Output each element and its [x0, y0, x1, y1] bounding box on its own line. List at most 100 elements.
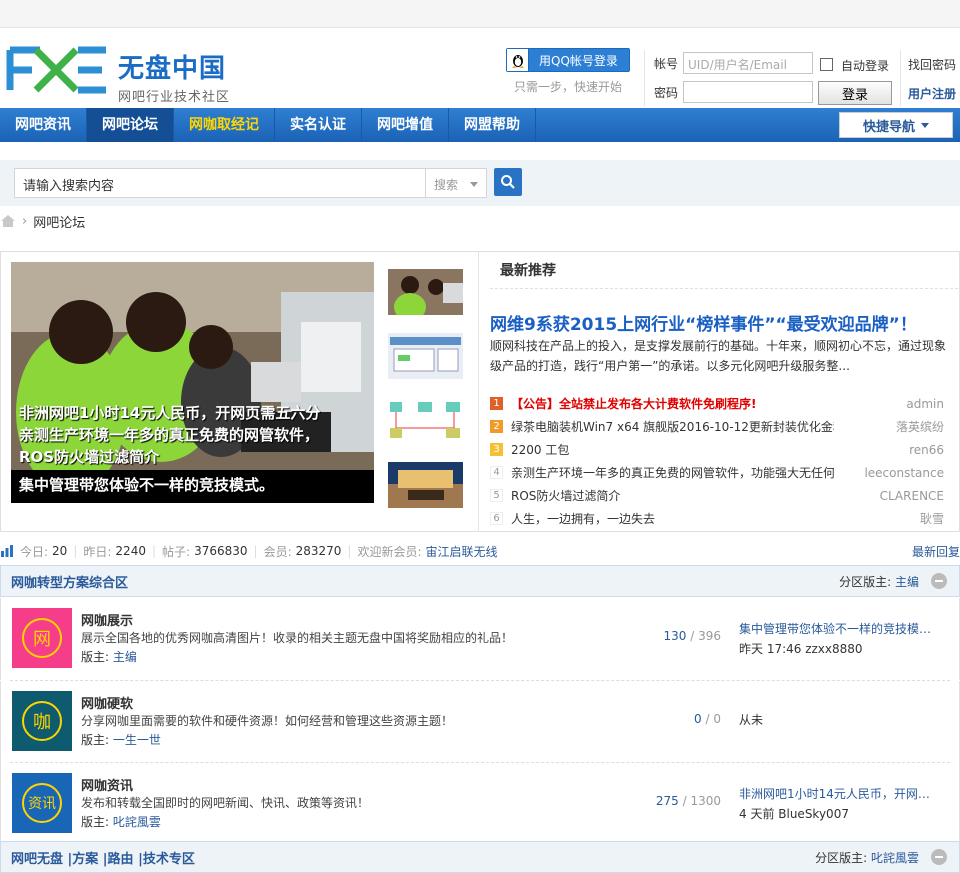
caption-line: 亲测生产环境一年多的真正免费的网管软件，	[19, 426, 320, 444]
slideshow-bar-text: 集中管理带您体验不一样的竞技模式。	[19, 476, 275, 494]
category-header[interactable]: 网吧无盘 |方案 |路由 |技术专区 分区版主: 叱詫風雲	[0, 841, 960, 873]
last-post: 非洲网吧1小时14元人民币，开网页需五六分 4 天前 BlueSky007	[739, 785, 939, 822]
forum-name[interactable]: 网咖展示	[81, 610, 133, 629]
hot-thread-row[interactable]: 3 2200 工包 ren66	[490, 438, 944, 461]
nav-item-value-added[interactable]: 网吧增值	[362, 108, 449, 142]
slide-thumbnail[interactable]	[388, 269, 463, 315]
home-icon[interactable]	[0, 214, 16, 228]
forum-counts: 130 / 396	[611, 629, 721, 643]
thread-count: 0	[694, 712, 702, 726]
latest-reply-link[interactable]: 最新回复	[912, 543, 960, 560]
register-link[interactable]: 用户注册	[908, 85, 956, 102]
search-button[interactable]	[494, 168, 522, 196]
thread-author[interactable]: CLARENCE	[834, 489, 944, 503]
thread-title[interactable]: 亲测生产环境一年多的真正免费的网管软件，功能强大无任何	[511, 464, 834, 481]
category-title[interactable]: 网吧无盘 |方案 |路由 |技术专区	[11, 848, 195, 867]
password-input[interactable]	[683, 81, 813, 103]
category-header[interactable]: 网咖转型方案综合区 分区版主: 主编	[0, 565, 960, 597]
thread-title[interactable]: 人生，一边拥有，一边失去	[511, 510, 834, 527]
new-member-link[interactable]: 宙江启联无线	[426, 543, 498, 560]
post-count: 396	[698, 629, 721, 643]
divider	[900, 50, 901, 106]
divider	[490, 288, 958, 289]
thread-title[interactable]: ROS防火墙过滤简介	[511, 487, 834, 504]
search-type-select[interactable]: 搜索	[425, 168, 487, 198]
separator: |	[73, 544, 78, 558]
slide-thumbnail[interactable]	[388, 462, 463, 508]
moderator-label: 版主:	[81, 650, 110, 664]
forum-row: 资讯 网咖资讯 发布和转载全国即时的网吧新闻、快讯、政策等资讯！ 版主: 叱詫風…	[0, 763, 960, 841]
site-logo[interactable]: 无盘中国 网吧行业技术社区	[6, 42, 246, 105]
post-count: 0	[713, 712, 721, 726]
hot-thread-row[interactable]: 1 【公告】全站禁止发布各大计费软件免刷程序! admin	[490, 392, 944, 415]
account-input[interactable]: UID/用户名/Email	[683, 52, 813, 74]
slide-thumbnail[interactable]	[388, 333, 463, 379]
caption-line: 非洲网吧1小时14元人民币，开网页需五六分	[19, 404, 321, 422]
breadcrumb-current[interactable]: 网吧论坛	[33, 212, 85, 231]
thread-title[interactable]: 2200 工包	[511, 441, 834, 458]
forum-name[interactable]: 网咖硬软	[81, 693, 133, 712]
breadcrumb: › 网吧论坛	[0, 212, 85, 231]
moderator-link[interactable]: 一生一世	[113, 733, 161, 747]
login-button[interactable]: 登录	[818, 81, 892, 105]
caption-line: ROS防火墙过滤简介	[19, 448, 160, 466]
forum-icon[interactable]: 网	[12, 608, 72, 668]
rank-badge: 3	[490, 443, 503, 456]
nav-item-verification[interactable]: 实名认证	[275, 108, 362, 142]
moderator-link[interactable]: 主编	[113, 650, 137, 664]
separator: |	[151, 544, 157, 558]
collapse-icon[interactable]	[931, 849, 947, 865]
category-title[interactable]: 网咖转型方案综合区	[11, 572, 128, 591]
rank-badge: 4	[490, 466, 503, 479]
posts-label: 帖子:	[162, 544, 191, 559]
nav-item-news[interactable]: 网吧资讯	[0, 108, 87, 142]
find-password-link[interactable]: 找回密码	[908, 56, 956, 73]
nav-item-experience[interactable]: 网咖取经记	[174, 108, 275, 142]
forum-icon[interactable]: 咖	[12, 691, 72, 751]
forum-icon[interactable]: 资讯	[12, 773, 72, 833]
qq-login-button[interactable]: 用QQ帐号登录	[506, 48, 630, 72]
auto-login-checkbox[interactable]	[820, 58, 833, 71]
forum-icon-glyph: 网	[22, 618, 62, 658]
hot-thread-row[interactable]: 4 亲测生产环境一年多的真正免费的网管软件，功能强大无任何 leeconstan…	[490, 461, 944, 484]
thread-author[interactable]: admin	[834, 397, 944, 411]
forum-counts: 0 / 0	[611, 712, 721, 726]
members-label: 会员:	[263, 544, 292, 559]
post-count: 1300	[690, 794, 721, 808]
thread-author[interactable]: 落英缤纷	[834, 418, 944, 435]
thread-title[interactable]: 绿茶电脑装机Win7 x64 旗舰版2016-10-12更新封装优化金秋版	[511, 418, 834, 435]
recommend-headline[interactable]: 网维9系获2015上网行业“榜样事件”“最受欢迎品牌”！	[490, 310, 917, 335]
hot-thread-row[interactable]: 5 ROS防火墙过滤简介 CLARENCE	[490, 484, 944, 507]
search-input[interactable]: 请输入搜索内容	[14, 168, 426, 198]
top-strip	[0, 0, 960, 28]
slide-thumbnail[interactable]	[388, 398, 463, 444]
thread-author[interactable]: leeconstance	[834, 466, 944, 480]
last-post-meta: 4 天前 BlueSky007	[739, 807, 849, 821]
today-label: 今日:	[20, 544, 49, 559]
nav-item-help[interactable]: 网盟帮助	[449, 108, 536, 142]
forum-moderator: 版主: 一生一世	[81, 731, 161, 748]
moderator-link[interactable]: 叱詫風雲	[113, 815, 161, 829]
thread-author[interactable]: ren66	[834, 443, 944, 457]
thread-title[interactable]: 【公告】全站禁止发布各大计费软件免刷程序!	[511, 395, 834, 412]
collapse-icon[interactable]	[931, 573, 947, 589]
rank-badge: 6	[490, 512, 503, 525]
forum-description: 展示全国各地的优秀网咖高清图片！收录的相关主题无盘中国将奖励相应的礼品！	[81, 631, 514, 645]
hot-thread-row[interactable]: 2 绿茶电脑装机Win7 x64 旗舰版2016-10-12更新封装优化金秋版 …	[490, 415, 944, 438]
welcome-label: 欢迎新会员:	[357, 544, 422, 559]
hot-thread-row[interactable]: 6 人生，一边拥有，一边失去 耿雪	[490, 507, 944, 530]
last-post-title[interactable]: 集中管理带您体验不一样的竞技模式。	[739, 620, 939, 637]
moderator-link[interactable]: 主编	[895, 575, 919, 589]
nav-item-forum[interactable]: 网吧论坛	[87, 108, 174, 142]
count-separator: /	[682, 794, 687, 808]
moderator-link[interactable]: 叱詫風雲	[871, 851, 919, 865]
quick-nav-button[interactable]: 快捷导航	[839, 112, 953, 138]
last-post-title[interactable]: 非洲网吧1小时14元人民币，开网页需五六分	[739, 785, 939, 802]
posts-count: 3766830	[194, 544, 248, 558]
chevron-down-icon	[470, 182, 478, 187]
hot-thread-list: 1 【公告】全站禁止发布各大计费软件免刷程序! admin 2 绿茶电脑装机Wi…	[490, 392, 944, 530]
thread-author[interactable]: 耿雪	[834, 510, 944, 527]
slideshow-image[interactable]: 非洲网吧1小时14元人民币，开网页需五六分 亲测生产环境一年多的真正免费的网管软…	[11, 262, 374, 503]
forum-name[interactable]: 网咖资讯	[81, 775, 133, 794]
forum-row: 咖 网咖硬软 分享网咖里面需要的软件和硬件资源！如何经营和管理这些资源主题！ 版…	[0, 681, 960, 763]
